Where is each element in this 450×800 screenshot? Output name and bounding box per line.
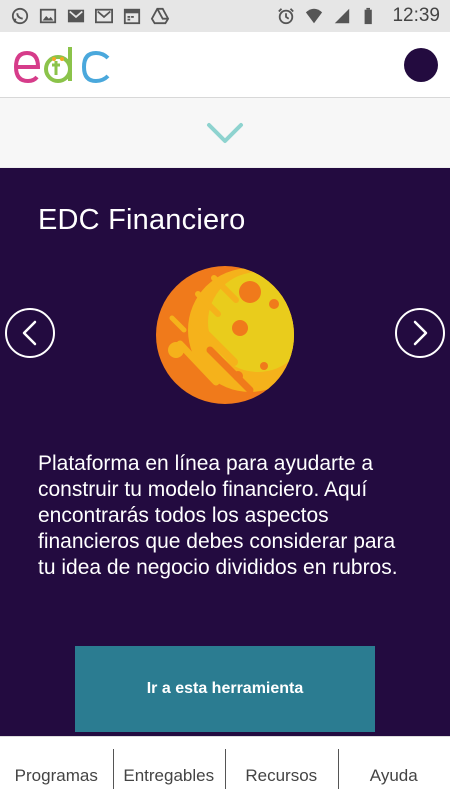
- card-title: EDC Financiero: [38, 204, 246, 236]
- card-description: Plataforma en línea para ayudarte a cons…: [38, 452, 398, 579]
- nav-item-programas[interactable]: Programas: [0, 737, 113, 800]
- app-header: [0, 32, 450, 98]
- next-button[interactable]: [395, 308, 445, 358]
- nav-item-ayuda[interactable]: Ayuda: [337, 737, 450, 800]
- gmail-icon: [66, 7, 86, 25]
- chevron-down-icon: [207, 122, 243, 143]
- tool-card: EDC Financiero Plataforma en línea para …: [0, 168, 450, 736]
- calendar-icon: [122, 7, 142, 25]
- avatar[interactable]: [404, 47, 438, 82]
- status-right: 12:39: [276, 5, 440, 27]
- status-time: 12:39: [392, 5, 440, 26]
- wifi-icon: [304, 7, 324, 25]
- whatsapp-icon: [10, 7, 30, 25]
- signal-icon: [332, 7, 352, 25]
- nav-item-entregables[interactable]: Entregables: [112, 737, 226, 800]
- nav-item-recursos[interactable]: Recursos: [225, 737, 338, 800]
- bottom-nav: Programas Entregables Recursos Ayuda: [0, 736, 450, 800]
- logo-graphic: [13, 46, 110, 83]
- status-bar: 12:39: [0, 0, 450, 32]
- open-tool-button[interactable]: Ir a esta herramienta: [75, 646, 375, 732]
- status-left: [10, 7, 170, 25]
- battery-icon: [360, 7, 380, 25]
- image-icon: [38, 7, 58, 25]
- planet-illustration: [156, 266, 294, 404]
- alarm-icon: [276, 7, 296, 25]
- edc-logo[interactable]: [12, 40, 116, 90]
- collapse-toggle[interactable]: [0, 98, 450, 168]
- chevron-right-icon: [413, 320, 428, 346]
- gmail-icon: [94, 7, 114, 25]
- drive-icon: [150, 7, 170, 25]
- previous-button[interactable]: [5, 308, 55, 358]
- chevron-left-icon: [22, 320, 37, 346]
